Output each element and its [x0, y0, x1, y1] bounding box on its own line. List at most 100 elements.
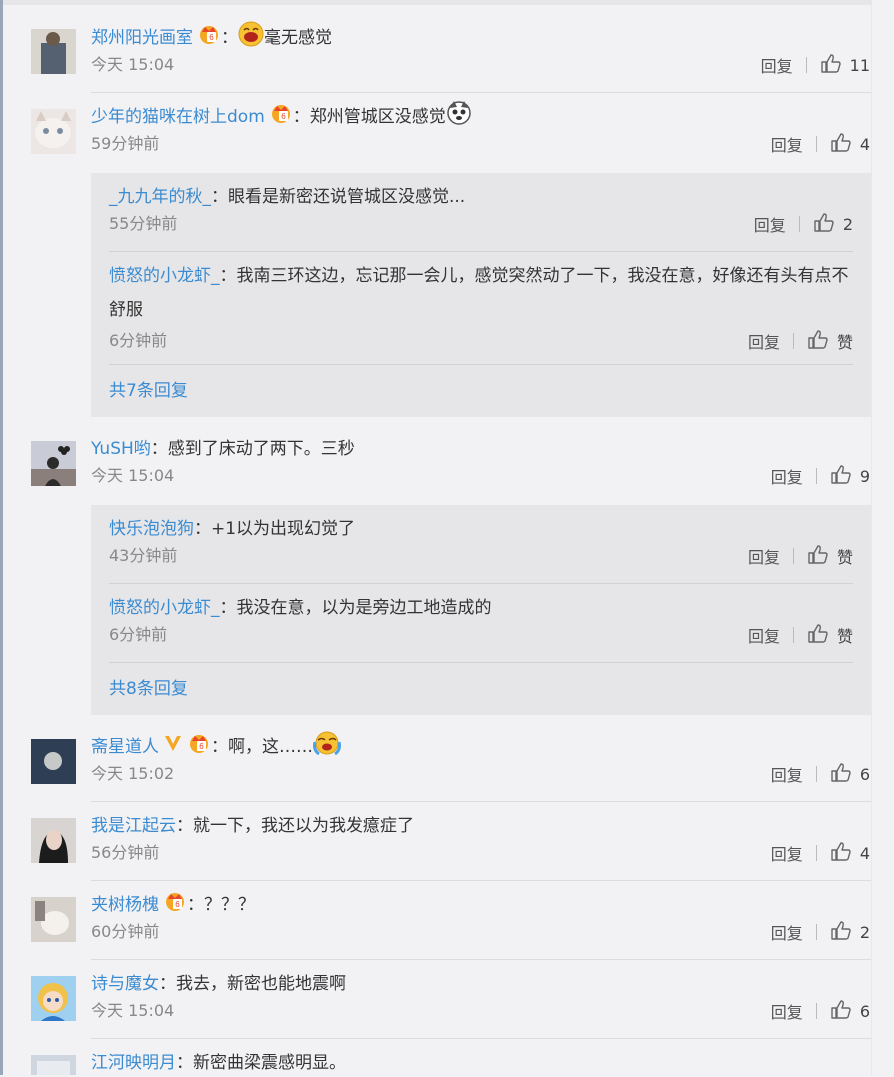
thumbs-up-icon — [807, 623, 829, 647]
like-button[interactable]: 赞 — [807, 544, 853, 568]
comment-text: 新密曲梁震感明显。 — [193, 1053, 346, 1073]
reply-button[interactable]: 回复 — [748, 329, 780, 353]
svg-text:6: 6 — [199, 742, 204, 751]
reply-text: +1以为出现幻觉了 — [211, 519, 356, 539]
like-button[interactable]: 2 — [830, 920, 870, 944]
reply-button[interactable]: 回复 — [771, 920, 803, 944]
vip-crown-badge-icon: 6 — [187, 732, 211, 763]
thumbs-up-icon — [830, 841, 852, 865]
svg-text:6: 6 — [175, 900, 180, 909]
like-count: 6 — [859, 1001, 870, 1021]
crying-emoji-icon — [313, 730, 341, 765]
reply-username[interactable]: 愤怒的小龙虾_ — [109, 266, 220, 286]
comment-text: 郑州管城区没感觉 — [309, 107, 446, 127]
thumbs-up-icon — [807, 544, 829, 568]
reply-button[interactable]: 回复 — [754, 212, 786, 236]
reply-time: 43分钟前 — [109, 546, 178, 565]
avatar[interactable] — [31, 29, 76, 74]
avatar[interactable] — [31, 1055, 76, 1075]
comment-time: 今天 15:02 — [91, 764, 175, 783]
like-count: 4 — [859, 134, 870, 154]
reply-thread: _九九年的秋_ ： 眼看是新密还说管城区没感觉... 55分钟前 回复 2 愤怒… — [91, 173, 871, 417]
reply-username[interactable]: 快乐泡泡狗 — [109, 515, 194, 543]
avatar[interactable] — [31, 109, 76, 154]
comment-username[interactable]: 诗与魔女 — [91, 970, 159, 998]
comment-time: 60分钟前 — [91, 922, 160, 941]
comment-text: 毫无感觉 — [264, 28, 332, 48]
comment-username[interactable]: 我是江起云 — [91, 812, 176, 840]
comment-text: 感到了床动了两下。三秒 — [167, 439, 355, 459]
thumbs-up-icon — [813, 212, 835, 236]
comment-username[interactable]: 夹树杨槐 — [91, 891, 159, 919]
comment-username[interactable]: 郑州阳光画室 — [91, 24, 193, 52]
reply-time: 55分钟前 — [109, 214, 178, 233]
left-border — [0, 0, 3, 1075]
verified-v-icon — [163, 733, 183, 762]
reply-button[interactable]: 回复 — [771, 999, 803, 1023]
comment-text: 我去，新密也能地震啊 — [176, 974, 346, 994]
like-button[interactable]: 赞 — [807, 329, 853, 353]
thumbs-up-icon — [820, 53, 842, 77]
reply-text: 我没在意，以为是旁边工地造成的 — [236, 598, 492, 618]
comment-username[interactable]: YuSH哟 — [91, 435, 151, 463]
comment-time: 今天 15:04 — [91, 466, 175, 485]
avatar[interactable] — [31, 739, 76, 784]
thumbs-up-icon — [830, 464, 852, 488]
like-button[interactable]: 9 — [830, 464, 870, 488]
thumbs-up-icon — [830, 999, 852, 1023]
like-count: 2 — [859, 922, 870, 942]
like-button[interactable]: 赞 — [807, 623, 853, 647]
like-count: 2 — [842, 214, 853, 234]
reply-button[interactable]: 回复 — [771, 762, 803, 786]
reply-username[interactable]: 愤怒的小龙虾_ — [109, 594, 220, 622]
vip-crown-badge-icon: 6 — [163, 890, 187, 921]
reply-button[interactable]: 回复 — [771, 132, 803, 156]
reply-button[interactable]: 回复 — [761, 53, 793, 77]
view-more-replies-link[interactable]: 共7条回复 — [109, 379, 188, 403]
like-count: 6 — [859, 764, 870, 784]
comment-text: ？？？ — [204, 895, 255, 915]
like-count: 9 — [859, 466, 870, 486]
svg-text:6: 6 — [281, 112, 286, 121]
svg-text:6: 6 — [209, 33, 214, 42]
like-button[interactable]: 4 — [830, 132, 870, 156]
comment-time: 今天 15:04 — [91, 1001, 175, 1020]
avatar[interactable] — [31, 441, 76, 486]
avatar[interactable] — [31, 976, 76, 1021]
comment-username[interactable]: 江河映明月 — [91, 1049, 176, 1077]
comment-time: 59分钟前 — [91, 134, 160, 153]
like-count: 赞 — [836, 627, 853, 646]
like-count: 11 — [849, 55, 870, 75]
reply-button[interactable]: 回复 — [748, 544, 780, 568]
like-button[interactable]: 2 — [813, 212, 853, 236]
avatar[interactable] — [31, 897, 76, 942]
vip-crown-badge-icon: 6 — [269, 102, 293, 133]
comment-username[interactable]: 少年的猫咪在树上dom — [91, 103, 265, 131]
right-border — [871, 0, 872, 1075]
like-count: 赞 — [836, 548, 853, 567]
avatar[interactable] — [31, 818, 76, 863]
reply-button[interactable]: 回复 — [771, 464, 803, 488]
like-count: 4 — [859, 843, 870, 863]
like-button[interactable]: 6 — [830, 999, 870, 1023]
comment-text: 就一下，我还以为我发癔症了 — [193, 816, 414, 836]
like-button[interactable]: 11 — [820, 53, 870, 77]
reply-button[interactable]: 回复 — [771, 841, 803, 865]
comment-text: 啊，这…… — [228, 737, 313, 757]
thumbs-up-icon — [807, 329, 829, 353]
comment-time: 今天 15:04 — [91, 55, 175, 74]
reply-time: 6分钟前 — [109, 331, 168, 350]
thumbs-up-icon — [830, 920, 852, 944]
like-button[interactable]: 6 — [830, 762, 870, 786]
comment-username[interactable]: 斋星道人 — [91, 733, 159, 761]
reply-button[interactable]: 回复 — [748, 623, 780, 647]
reply-thread: 快乐泡泡狗 ： +1以为出现幻觉了 43分钟前 回复 赞 愤怒的小龙虾_ ： 我… — [91, 505, 871, 715]
divider — [91, 92, 871, 93]
reply-username[interactable]: _九九年的秋_ — [109, 183, 211, 211]
view-more-replies-link[interactable]: 共8条回复 — [109, 677, 188, 701]
previous-item-bottom — [3, 0, 871, 5]
husky-emoji-icon — [446, 100, 472, 135]
vip-crown-badge-icon: 6 — [197, 23, 221, 54]
like-button[interactable]: 4 — [830, 841, 870, 865]
laughing-emoji-icon — [238, 21, 264, 56]
